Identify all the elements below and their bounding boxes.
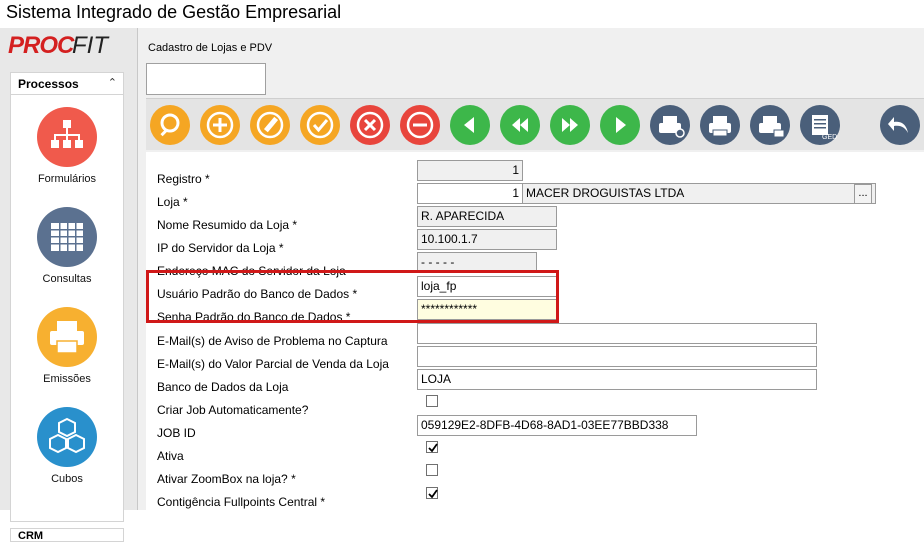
loja-code-field[interactable]: 1 (417, 183, 523, 204)
highlight-box (146, 270, 559, 323)
email-aviso-field[interactable] (417, 323, 817, 344)
ip-servidor-label: IP do Servidor da Loja * (157, 241, 284, 255)
zoombox-label: Ativar ZoomBox na loja? * (157, 472, 296, 486)
loja-lookup-button[interactable]: ... (854, 184, 872, 204)
nav-consultas-label: Consultas (42, 273, 92, 285)
left-pane: PROC FIT Processos ⌃ Formulários Consult… (0, 28, 138, 542)
checkmark-icon (428, 489, 438, 499)
delete-minus-icon[interactable] (400, 105, 440, 145)
cancel-x-icon[interactable] (350, 105, 390, 145)
logo-fit: FIT (72, 32, 108, 59)
logo-proc: PROC (8, 32, 74, 59)
search-icon[interactable] (150, 105, 190, 145)
crm-title: CRM (18, 530, 44, 542)
banco-dados-label: Banco de Dados da Loja (157, 380, 289, 394)
ativa-label: Ativa (157, 449, 184, 463)
main-window: Cadastro de Lojas e PDV GED Registro * 1… (138, 28, 924, 510)
top-empty-box[interactable] (146, 63, 266, 95)
edit-pencil-icon[interactable] (250, 105, 290, 145)
email-parcial-field[interactable] (417, 346, 817, 367)
checkmark-icon (428, 443, 438, 453)
processos-panel: Processos ⌃ Formulários Consultas Emissõ… (10, 72, 124, 522)
ged-document-icon[interactable]: GED (800, 105, 840, 145)
ip-servidor-field[interactable]: 10.100.1.7 (417, 229, 557, 250)
action-toolbar: GED (146, 98, 924, 150)
registro-label: Registro * (157, 172, 210, 186)
org-chart-icon (37, 107, 97, 167)
nav-cubos[interactable]: Cubos (11, 407, 123, 497)
nav-formularios-label: Formulários (37, 173, 97, 185)
window-title: Cadastro de Lojas e PDV (148, 42, 273, 54)
banco-dados-field[interactable]: LOJA (417, 369, 817, 390)
job-id-field[interactable]: 059129E2-8DFB-4D68-8AD1-03EE77BBD338 (417, 415, 697, 436)
registro-field[interactable]: 1 (417, 160, 523, 181)
criar-job-checkbox[interactable] (426, 395, 438, 407)
processos-header[interactable]: Processos ⌃ (11, 73, 123, 95)
form-area: Registro * 1 Loja * 1 MACER DROGUISTAS L… (146, 152, 924, 510)
prev-record-icon[interactable] (450, 105, 490, 145)
print-icon[interactable] (700, 105, 740, 145)
confirm-check-icon[interactable] (300, 105, 340, 145)
loja-name-field: MACER DROGUISTAS LTDA (522, 183, 876, 204)
print-preview-icon[interactable] (650, 105, 690, 145)
processos-title: Processos (18, 77, 79, 91)
nav-formularios[interactable]: Formulários (11, 107, 123, 197)
email-parcial-label: E-Mail(s) do Valor Parcial de Venda da L… (157, 357, 389, 371)
ativa-checkbox[interactable] (426, 441, 438, 453)
email-aviso-label: E-Mail(s) de Aviso de Problema no Captur… (157, 334, 388, 348)
nav-consultas[interactable]: Consultas (11, 207, 123, 297)
procfit-logo: PROC FIT (6, 32, 130, 62)
loja-label: Loja * (157, 195, 188, 209)
back-arrow-icon[interactable] (880, 105, 920, 145)
first-record-icon[interactable] (500, 105, 540, 145)
nav-emissoes[interactable]: Emissões (11, 307, 123, 397)
nome-resumido-field[interactable]: R. APARECIDA (417, 206, 557, 227)
nav-cubos-label: Cubos (51, 473, 83, 485)
app-titlebar: Sistema Integrado de Gestão Empresarial (0, 0, 924, 28)
criar-job-label: Criar Job Automaticamente? (157, 403, 309, 417)
contingencia-label: Contigência Fullpoints Central * (157, 495, 326, 509)
contingencia-checkbox[interactable] (426, 487, 438, 499)
ged-label: GED (822, 134, 837, 141)
print-email-icon[interactable] (750, 105, 790, 145)
app-title: Sistema Integrado de Gestão Empresarial (6, 2, 342, 22)
next-record-icon[interactable] (600, 105, 640, 145)
crm-section[interactable]: CRM (10, 528, 124, 542)
grid-table-icon (37, 207, 97, 267)
add-icon[interactable] (200, 105, 240, 145)
nav-emissoes-label: Emissões (43, 373, 91, 385)
zoombox-checkbox[interactable] (426, 464, 438, 476)
job-id-label: JOB ID (157, 426, 196, 440)
collapse-icon[interactable]: ⌃ (108, 76, 117, 89)
nome-resumido-label: Nome Resumido da Loja * (157, 218, 298, 232)
printer-icon (37, 307, 97, 367)
cubes-icon (37, 407, 97, 467)
last-record-icon[interactable] (550, 105, 590, 145)
